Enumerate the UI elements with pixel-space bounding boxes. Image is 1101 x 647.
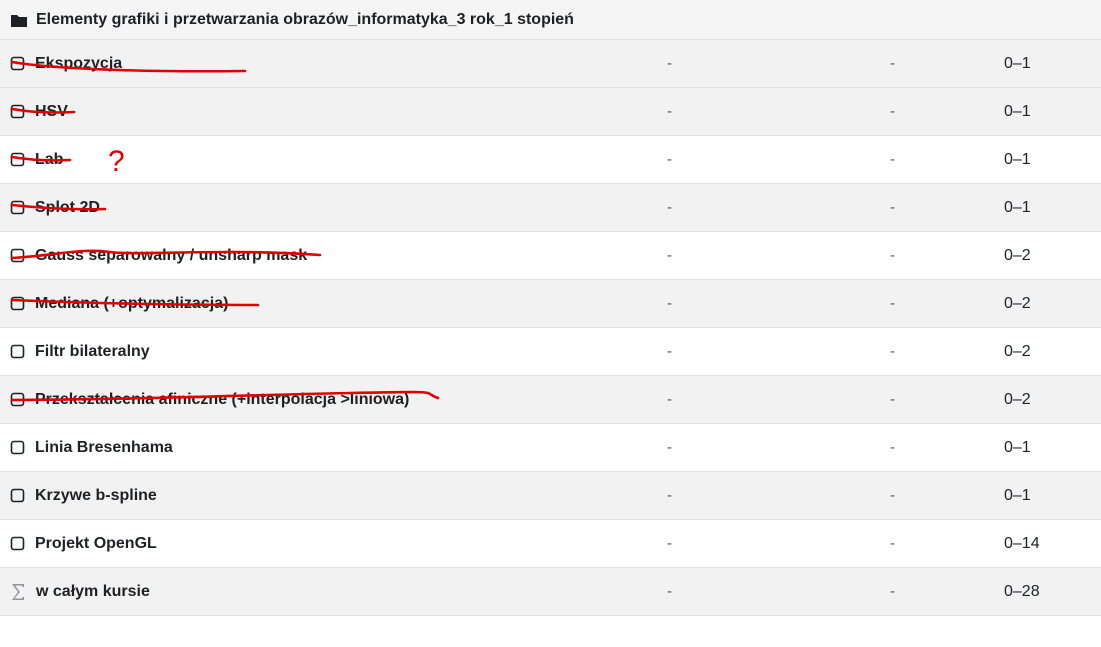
sigma-icon: [10, 583, 26, 601]
grade-value: -: [667, 103, 672, 120]
item-name-cell: Splot 2D: [10, 184, 650, 231]
checkbox-icon: [10, 488, 25, 503]
checkbox-icon: [10, 296, 25, 311]
grade-item-link[interactable]: Filtr bilateralny: [35, 343, 150, 361]
grade-range: 0–14: [1004, 534, 1040, 552]
grade-range: 0–1: [1004, 438, 1031, 456]
grade-item-link[interactable]: Przekształcenia afiniczne (+interpolacja…: [35, 391, 409, 409]
checkbox-icon: [10, 440, 25, 455]
item-name-cell: HSV: [10, 88, 650, 135]
item-name-cell: Przekształcenia afiniczne (+interpolacja…: [10, 376, 650, 423]
grade-item-row: Splot 2D - - 0–1: [0, 184, 1101, 232]
grade-item-row: HSV - - 0–1: [0, 88, 1101, 136]
grade-item-row: Lab - - 0–1: [0, 136, 1101, 184]
checkbox-icon: [10, 344, 25, 359]
grade-range: 0–28: [1004, 582, 1040, 600]
folder-icon: [10, 12, 28, 28]
course-total-label: w całym kursie: [36, 582, 150, 600]
grade-percentage: -: [890, 295, 895, 312]
grade-range: 0–1: [1004, 150, 1031, 168]
category-header-row: Elementy grafiki i przetwarzania obrazów…: [0, 0, 1101, 40]
grade-item-row: Mediana (+optymalizacja) - - 0–2: [0, 280, 1101, 328]
grade-value: -: [667, 199, 672, 216]
grade-percentage: -: [890, 487, 895, 504]
grade-value: -: [667, 535, 672, 552]
course-total-row: w całym kursie - - 0–28: [0, 568, 1101, 616]
grade-value: -: [667, 151, 672, 168]
grade-item-row: Krzywe b-spline - - 0–1: [0, 472, 1101, 520]
total-name-cell: w całym kursie: [10, 568, 650, 615]
grade-item-row: Projekt OpenGL - - 0–14: [0, 520, 1101, 568]
checkbox-icon: [10, 200, 25, 215]
grade-value: -: [667, 487, 672, 504]
item-name-cell: Ekspozycja: [10, 40, 650, 87]
item-name-cell: Krzywe b-spline: [10, 472, 650, 519]
checkbox-icon: [10, 152, 25, 167]
grade-percentage: -: [890, 583, 895, 600]
checkbox-icon: [10, 536, 25, 551]
checkbox-icon: [10, 248, 25, 263]
category-title: Elementy grafiki i przetwarzania obrazów…: [36, 10, 574, 28]
grade-item-link[interactable]: Krzywe b-spline: [35, 487, 157, 505]
grade-value: -: [667, 55, 672, 72]
grade-item-link[interactable]: Projekt OpenGL: [35, 535, 157, 553]
grade-value: -: [667, 343, 672, 360]
grade-value: -: [667, 391, 672, 408]
grade-value: -: [667, 439, 672, 456]
grade-range: 0–1: [1004, 486, 1031, 504]
grade-range: 0–2: [1004, 390, 1031, 408]
grade-range: 0–1: [1004, 54, 1031, 72]
grade-item-row: Gauss separowalny / unsharp mask - - 0–2: [0, 232, 1101, 280]
grade-item-link[interactable]: Ekspozycja: [35, 55, 122, 73]
grade-range: 0–1: [1004, 102, 1031, 120]
grade-item-link[interactable]: Mediana (+optymalizacja): [35, 295, 228, 313]
grade-item-link[interactable]: Linia Bresenhama: [35, 439, 173, 457]
item-name-cell: Lab: [10, 136, 650, 183]
item-name-cell: Projekt OpenGL: [10, 520, 650, 567]
grade-item-row: Ekspozycja - - 0–1: [0, 40, 1101, 88]
grade-percentage: -: [890, 199, 895, 216]
category-name-cell: Elementy grafiki i przetwarzania obrazów…: [10, 0, 650, 39]
grade-item-link[interactable]: HSV: [35, 103, 68, 121]
item-name-cell: Gauss separowalny / unsharp mask: [10, 232, 650, 279]
grade-percentage: -: [890, 247, 895, 264]
grade-percentage: -: [890, 391, 895, 408]
grade-item-row: Przekształcenia afiniczne (+interpolacja…: [0, 376, 1101, 424]
grade-table: Elementy grafiki i przetwarzania obrazów…: [0, 0, 1101, 616]
grade-percentage: -: [890, 151, 895, 168]
checkbox-icon: [10, 392, 25, 407]
grade-range: 0–2: [1004, 294, 1031, 312]
grade-item-row: Filtr bilateralny - - 0–2: [0, 328, 1101, 376]
grade-item-link[interactable]: Splot 2D: [35, 199, 100, 217]
grade-range: 0–1: [1004, 198, 1031, 216]
checkbox-icon: [10, 104, 25, 119]
grade-item-link[interactable]: Gauss separowalny / unsharp mask: [35, 247, 307, 265]
grade-value: -: [667, 295, 672, 312]
grade-value: -: [667, 247, 672, 264]
grade-value: -: [667, 583, 672, 600]
grade-percentage: -: [890, 55, 895, 72]
grade-percentage: -: [890, 103, 895, 120]
grade-range: 0–2: [1004, 342, 1031, 360]
item-name-cell: Linia Bresenhama: [10, 424, 650, 471]
grade-item-link[interactable]: Lab: [35, 151, 63, 169]
item-name-cell: Filtr bilateralny: [10, 328, 650, 375]
grade-percentage: -: [890, 343, 895, 360]
grade-item-row: Linia Bresenhama - - 0–1: [0, 424, 1101, 472]
checkbox-icon: [10, 56, 25, 71]
item-name-cell: Mediana (+optymalizacja): [10, 280, 650, 327]
grade-percentage: -: [890, 439, 895, 456]
grade-range: 0–2: [1004, 246, 1031, 264]
grade-percentage: -: [890, 535, 895, 552]
